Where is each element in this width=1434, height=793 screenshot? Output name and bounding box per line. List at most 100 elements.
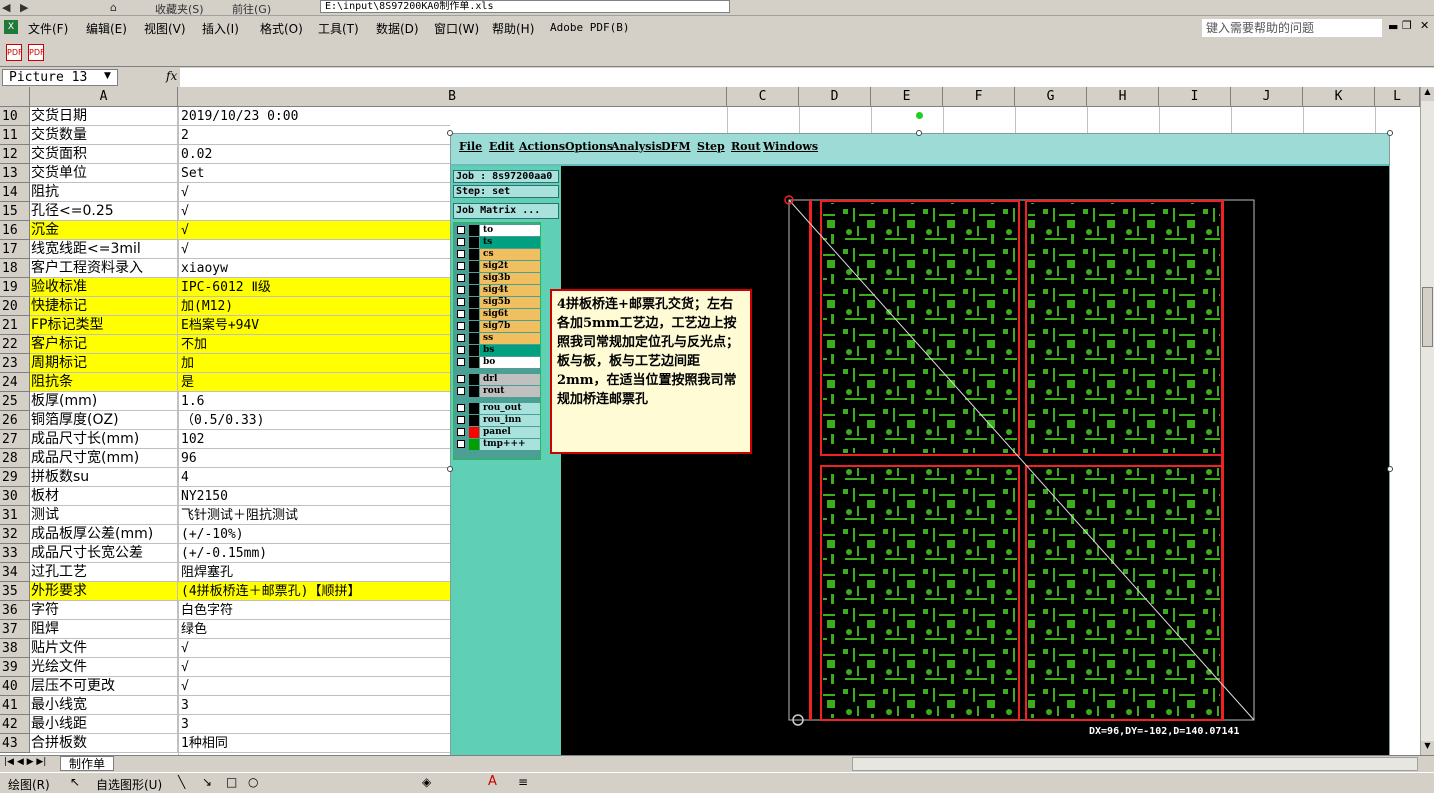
cell-value[interactable]: IPC-6012 Ⅱ级	[178, 278, 450, 297]
cam-menu-item[interactable]: Windows	[763, 140, 818, 153]
layer-checkbox[interactable]	[457, 274, 465, 282]
cell-label[interactable]: 阻焊	[30, 620, 178, 639]
cam-menu-item[interactable]: Analysis	[611, 140, 662, 153]
resize-handle[interactable]	[1387, 466, 1393, 472]
menu-8[interactable]: 帮助(H)	[492, 20, 534, 37]
cell-label[interactable]: 板材	[30, 487, 178, 506]
menu-9[interactable]: Adobe PDF(B)	[550, 21, 629, 34]
layer-row[interactable]: sig2t	[456, 261, 540, 272]
cell-value[interactable]: (+/-10%)	[178, 525, 450, 544]
row-header[interactable]: 43	[0, 734, 30, 753]
layer-checkbox[interactable]	[457, 322, 465, 330]
cell-value[interactable]: 0.02	[178, 145, 450, 164]
rotate-handle[interactable]	[916, 112, 923, 119]
horizontal-scrollbar[interactable]	[852, 757, 1418, 771]
cell-value[interactable]: E档案号+94V	[178, 316, 450, 335]
cell-label[interactable]: 验收标准	[30, 278, 178, 297]
row-header[interactable]: 39	[0, 658, 30, 677]
address-field[interactable]: E:\input\8S97200KA0制作单.xls	[320, 0, 730, 13]
autoshape-menu[interactable]: 自选图形(U)	[96, 776, 162, 793]
column-header-F[interactable]: F	[943, 87, 1015, 107]
row-header[interactable]: 31	[0, 506, 30, 525]
row-header[interactable]: 30	[0, 487, 30, 506]
layer-row[interactable]: cs	[456, 249, 540, 260]
goto-menu[interactable]: 前往(G)	[232, 1, 271, 16]
row-header[interactable]: 38	[0, 639, 30, 658]
favorites-menu[interactable]: 收藏夹(S)	[155, 1, 204, 16]
cell-value[interactable]: 绿色	[178, 620, 450, 639]
row-header[interactable]: 23	[0, 354, 30, 373]
row-header[interactable]: 25	[0, 392, 30, 411]
cell-label[interactable]: 周期标记	[30, 354, 178, 373]
scroll-thumb[interactable]	[1422, 287, 1433, 347]
layer-checkbox[interactable]	[457, 404, 465, 412]
layer-checkbox[interactable]	[457, 310, 465, 318]
row-header[interactable]: 13	[0, 164, 30, 183]
column-header-H[interactable]: H	[1087, 87, 1159, 107]
row-header[interactable]: 10	[0, 107, 30, 126]
pdf-mail-icon[interactable]: PDF	[28, 44, 45, 61]
layer-checkbox[interactable]	[457, 298, 465, 306]
line-icon[interactable]: ╲	[178, 775, 185, 789]
cam-menu-item[interactable]: Rout	[731, 140, 761, 153]
cell-value[interactable]: 3	[178, 696, 450, 715]
forward-icon[interactable]: ▶	[20, 1, 28, 14]
namebox-dropdown-icon[interactable]: ▼	[104, 71, 111, 81]
row-header[interactable]: 42	[0, 715, 30, 734]
cell-label[interactable]: 光绘文件	[30, 658, 178, 677]
row-header[interactable]: 27	[0, 430, 30, 449]
arrow-icon[interactable]: ↘	[202, 775, 212, 789]
cell-value[interactable]: Set	[178, 164, 450, 183]
cam-menu-item[interactable]: Actions	[519, 140, 565, 153]
row-header[interactable]: 35	[0, 582, 30, 601]
cell-label[interactable]: 交货数量	[30, 126, 178, 145]
cell-value[interactable]: √	[178, 183, 450, 202]
row-header[interactable]: 22	[0, 335, 30, 354]
vertical-scrollbar[interactable]: ▲ ▼	[1420, 87, 1434, 755]
cell-label[interactable]: 客户工程资料录入	[30, 259, 178, 278]
layer-checkbox[interactable]	[457, 375, 465, 383]
layer-checkbox[interactable]	[457, 416, 465, 424]
cell-value[interactable]: 不加	[178, 335, 450, 354]
cell-value[interactable]: 102	[178, 430, 450, 449]
row-header[interactable]: 29	[0, 468, 30, 487]
cell-label[interactable]: 外形要求	[30, 582, 178, 601]
cell-label[interactable]: 字符	[30, 601, 178, 620]
column-header-A[interactable]: A	[30, 87, 178, 107]
layer-checkbox[interactable]	[457, 334, 465, 342]
row-header[interactable]: 26	[0, 411, 30, 430]
cell-label[interactable]: 拼板数su	[30, 468, 178, 487]
select-all-corner[interactable]	[0, 87, 30, 107]
cell-value[interactable]: 2	[178, 126, 450, 145]
layer-row[interactable]: bo	[456, 357, 540, 368]
row-header[interactable]: 20	[0, 297, 30, 316]
resize-handle[interactable]	[916, 130, 922, 136]
column-header-L[interactable]: L	[1375, 87, 1420, 107]
row-header[interactable]: 41	[0, 696, 30, 715]
row-header[interactable]: 11	[0, 126, 30, 145]
oval-icon[interactable]: ○	[248, 775, 258, 789]
fill-color-icon[interactable]: ◈	[422, 775, 431, 789]
minimize-icon[interactable]: ▬	[1388, 20, 1398, 33]
cell-label[interactable]: 阻抗条	[30, 373, 178, 392]
cell-value[interactable]: √	[178, 639, 450, 658]
cell-value[interactable]: 加	[178, 354, 450, 373]
cell-value[interactable]: 3	[178, 715, 450, 734]
row-header[interactable]: 40	[0, 677, 30, 696]
select-objects-icon[interactable]: ↖	[70, 775, 80, 789]
layer-row[interactable]: sig7b	[456, 321, 540, 332]
cell-value[interactable]: 白色字符	[178, 601, 450, 620]
rectangle-icon[interactable]: □	[226, 775, 237, 789]
cell-value[interactable]: (+/-0.15mm)	[178, 544, 450, 563]
cam-menu-item[interactable]: Step	[697, 140, 725, 153]
layer-checkbox[interactable]	[457, 250, 465, 258]
cell-label[interactable]: 沉金	[30, 221, 178, 240]
sheet-tab[interactable]: 制作单	[60, 756, 115, 771]
scroll-down-icon[interactable]: ▼	[1421, 741, 1434, 755]
layer-row[interactable]: sig5b	[456, 297, 540, 308]
cell-value[interactable]: √	[178, 658, 450, 677]
row-header[interactable]: 33	[0, 544, 30, 563]
cell-label[interactable]: 测试	[30, 506, 178, 525]
row-header[interactable]: 12	[0, 145, 30, 164]
cell-label[interactable]: 最小线宽	[30, 696, 178, 715]
